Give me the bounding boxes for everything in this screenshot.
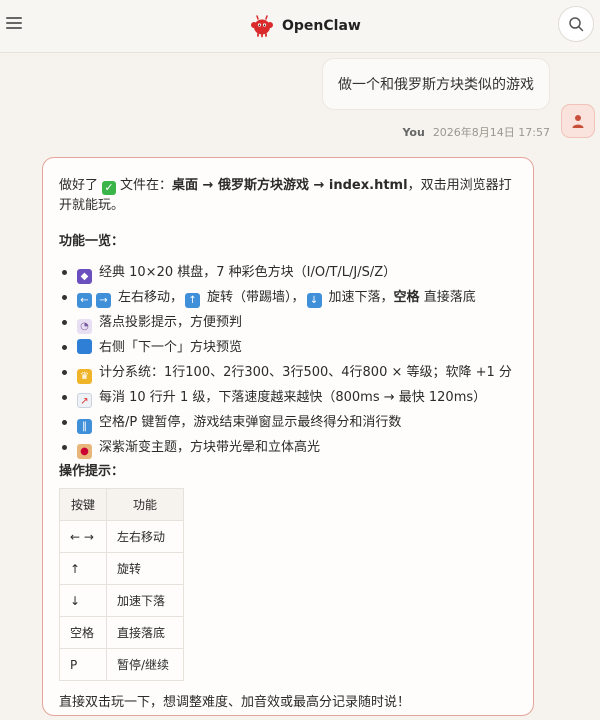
- arrow-down-key-icon: ↓: [306, 293, 322, 308]
- controls-table: 按键 功能 ← → 左右移动 ↑ 旋转 ↓ 加速下落 空格 直接落底 P 暂停/…: [59, 488, 184, 681]
- gamepad-icon: ◆: [77, 269, 92, 284]
- arrow-up-key-icon: ↑: [185, 293, 201, 308]
- table-cell: 直接落底: [106, 616, 184, 649]
- table-cell: ↓: [59, 584, 107, 617]
- table-row: ↑ 旋转: [59, 552, 184, 585]
- user-avatar[interactable]: [561, 104, 595, 138]
- table-row: P 暂停/继续: [59, 648, 184, 681]
- list-item: ◔ 落点投影提示，方便预判: [59, 310, 517, 335]
- user-message-text: 做一个和俄罗斯方块类似的游戏: [338, 77, 534, 93]
- user-message-meta: You 2026年8月14日 17:57: [402, 124, 550, 140]
- table-cell: P: [59, 648, 107, 681]
- brand: OpenClaw: [250, 14, 361, 38]
- menu-icon[interactable]: [6, 16, 22, 30]
- trophy-icon: ♛: [77, 369, 92, 384]
- file-path: 桌面 → 俄罗斯方块游戏 → index.html: [172, 178, 408, 193]
- table-cell: 加速下落: [106, 584, 184, 617]
- pause-icon: ‖: [77, 419, 92, 434]
- intro-file-label: 文件在：: [120, 178, 173, 193]
- features-list: ◆ 经典 10×20 棋盘，7 种彩色方块（I/O/T/L/J/S/Z） ← → 左右…: [59, 260, 517, 460]
- user-message-author: You: [402, 126, 425, 139]
- chart-icon: ↗: [77, 393, 92, 408]
- search-button[interactable]: [558, 6, 594, 42]
- assistant-intro: 做好了 ✓ 文件在：桌面 → 俄罗斯方块游戏 → index.html，双击用浏览器…: [59, 176, 517, 216]
- arrow-right-key-icon: →: [96, 293, 111, 308]
- table-row: ↓ 加速下落: [59, 584, 184, 617]
- list-item: ↗ 每消 10 行升 1 级，下落速度越来越快（800ms → 最快 120ms）: [59, 385, 517, 410]
- features-title: 功能一览：: [59, 234, 125, 249]
- table-cell: 左右移动: [106, 520, 184, 553]
- table-cell: 暂停/继续: [106, 648, 184, 681]
- app-title: OpenClaw: [282, 18, 361, 34]
- ghost-icon: ◔: [77, 319, 92, 334]
- table-header-row: 按键 功能: [59, 488, 184, 521]
- assistant-message-card: 做好了 ✓ 文件在：桌面 → 俄罗斯方块游戏 → index.html，双击用浏览器…: [42, 157, 534, 716]
- user-message-timestamp: 2026年8月14日 17:57: [432, 126, 550, 139]
- arrow-left-key-icon: ←: [77, 293, 92, 308]
- search-icon: [569, 17, 584, 32]
- table-cell: 旋转: [106, 552, 184, 585]
- table-header-cell: 功能: [106, 488, 184, 521]
- table-cell: ↑: [59, 552, 107, 585]
- list-item: ‖ 空格/P 键暂停，游戏结束弹窗显示最终得分和消行数: [59, 410, 517, 435]
- app-header: OpenClaw: [0, 0, 600, 53]
- table-row: 空格 直接落底: [59, 616, 184, 649]
- table-row: ← → 左右移动: [59, 520, 184, 553]
- list-item: 右侧「下一个」方块预览: [59, 335, 517, 360]
- list-item: ● 深紫渐变主题，方块带光晕和立体高光: [59, 435, 517, 460]
- intro-prefix: 做好了: [59, 178, 99, 193]
- blue-square-icon: [77, 339, 92, 354]
- table-cell: 空格: [59, 616, 107, 649]
- list-item: ◆ 经典 10×20 棋盘，7 种彩色方块（I/O/T/L/J/S/Z）: [59, 260, 517, 285]
- table-header-cell: 按键: [59, 488, 107, 521]
- person-icon: [572, 115, 584, 128]
- assistant-outro: 直接双击玩一下，想调整难度、加音效或最高分记录随时说！: [59, 695, 411, 710]
- tips-title: 操作提示：: [59, 464, 125, 479]
- list-item: ← → 左右移动， ↑ 旋转（带踢墙）， ↓ 加速下落，空格 直接落底: [59, 285, 517, 310]
- table-cell: ← →: [59, 520, 107, 553]
- openclaw-logo: [251, 15, 273, 38]
- palette-icon: ●: [77, 444, 92, 459]
- list-item: ♛ 计分系统：1行100、2行300、3行500、4行800 × 等级；软降 +1…: [59, 360, 517, 385]
- check-icon: ✓: [102, 181, 117, 195]
- user-message-bubble: 做一个和俄罗斯方块类似的游戏: [322, 58, 550, 110]
